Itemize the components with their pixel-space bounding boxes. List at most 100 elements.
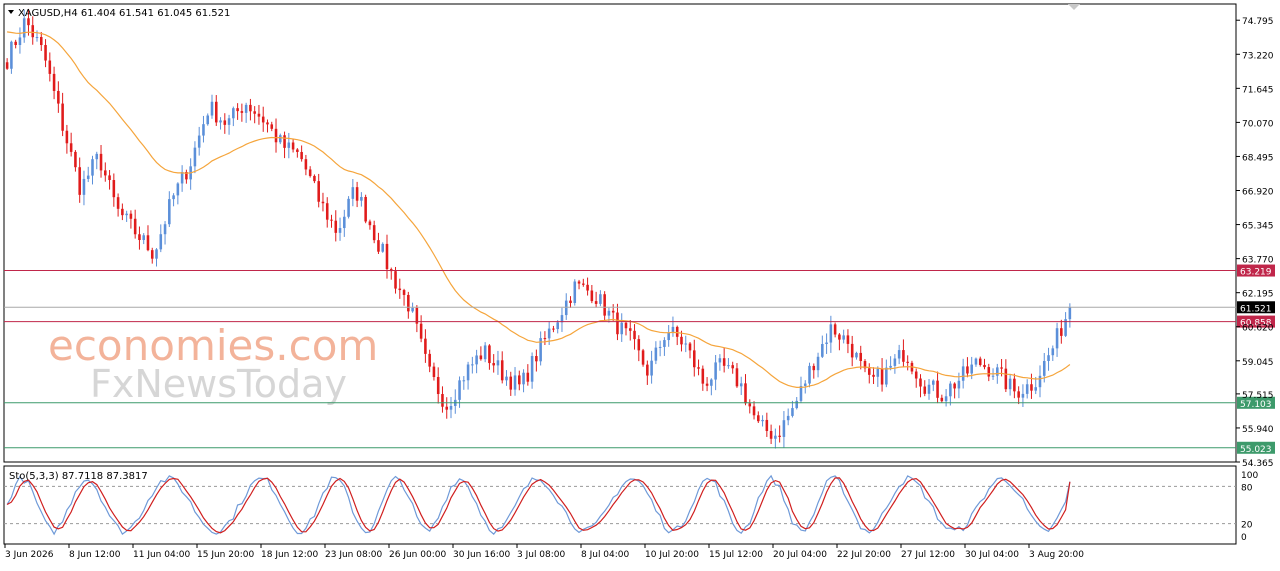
- candle-body: [270, 124, 274, 129]
- candle-body: [317, 181, 320, 202]
- candle-body: [573, 281, 577, 304]
- stochastic-level-label: 100: [1241, 471, 1258, 481]
- candle-body: [381, 243, 384, 252]
- time-tick-label: 8 Jul 04:00: [581, 550, 630, 560]
- candle-body: [449, 405, 453, 410]
- price-tick-label: 73.220: [1242, 51, 1274, 61]
- support-level-label: 55.023: [1240, 445, 1272, 455]
- candle-body: [987, 367, 991, 377]
- candle-body: [808, 365, 811, 384]
- candle-body: [944, 396, 948, 402]
- time-tick-label: 20 Jul 04:00: [773, 550, 827, 560]
- time-tick-label: 3 Jun 2026: [5, 550, 54, 560]
- candle-body: [57, 90, 60, 104]
- candle-body: [14, 41, 17, 46]
- candle-body: [471, 364, 474, 366]
- candle-body: [266, 122, 269, 125]
- candle-body: [526, 372, 530, 382]
- candle-body: [291, 142, 295, 150]
- candle-body: [782, 420, 786, 437]
- candle-body: [163, 224, 167, 235]
- candle-body: [535, 356, 538, 362]
- candle-body: [727, 365, 730, 367]
- candle-body: [620, 322, 624, 335]
- price-tick-label: 54.365: [1242, 459, 1274, 469]
- candle-body: [445, 406, 449, 410]
- candle-body: [902, 350, 905, 362]
- candle-body: [74, 151, 77, 168]
- candle-body: [799, 385, 803, 401]
- candle-body: [432, 366, 436, 378]
- candle-body: [240, 111, 244, 113]
- candle-body: [253, 111, 256, 114]
- candle-body: [518, 375, 521, 385]
- candle-body: [394, 271, 397, 289]
- candle-body: [35, 37, 39, 39]
- candle-body: [530, 356, 534, 382]
- candle-body: [121, 208, 124, 216]
- candle-body: [210, 101, 214, 116]
- candle-body: [91, 159, 94, 176]
- candle-body: [150, 250, 154, 259]
- candle-body: [155, 249, 158, 259]
- candle-body: [731, 365, 734, 369]
- candle-body: [961, 366, 965, 381]
- candle-body: [202, 124, 205, 136]
- candle-body: [279, 135, 282, 143]
- candle-body: [483, 345, 487, 360]
- candle-body: [347, 198, 350, 217]
- candle-body: [227, 118, 231, 125]
- candle-body: [214, 101, 218, 123]
- candle-body: [308, 169, 312, 176]
- candle-body: [897, 350, 901, 359]
- resistance-level-label: 63.219: [1240, 268, 1272, 278]
- price-tick-label: 55.940: [1242, 425, 1274, 435]
- candle-body: [701, 368, 705, 384]
- candle-body: [313, 175, 316, 182]
- candle-body: [932, 380, 935, 385]
- candle-body: [441, 394, 444, 407]
- stochastic-title: Sto(5,3,3) 87.7118 87.3817: [9, 471, 148, 482]
- candle-body: [927, 384, 931, 394]
- candle-body: [970, 364, 973, 374]
- candle-body: [82, 178, 86, 195]
- candle-body: [334, 220, 338, 233]
- candle-body: [411, 307, 414, 312]
- candle-body: [206, 115, 210, 125]
- candle-body: [1055, 328, 1059, 349]
- candle-body: [966, 366, 969, 374]
- candle-body: [991, 375, 995, 377]
- candle-body: [1030, 384, 1033, 391]
- candle-body: [1017, 391, 1020, 398]
- candle-body: [283, 135, 286, 148]
- candle-body: [300, 151, 303, 160]
- candle-body: [803, 383, 807, 386]
- candle-body: [919, 378, 922, 387]
- candle-body: [343, 216, 346, 229]
- candle-body: [876, 368, 880, 377]
- time-tick-label: 15 Jul 12:00: [709, 550, 763, 560]
- candle-body: [953, 383, 956, 389]
- candle-body: [522, 372, 525, 385]
- candle-body: [816, 356, 820, 371]
- stochastic-level-label: 80: [1241, 483, 1253, 493]
- symbol-header[interactable]: XAGUSD,H4 61.404 61.541 61.045 61.521: [8, 8, 230, 19]
- candle-body: [500, 360, 504, 381]
- candle-body: [377, 240, 380, 252]
- candle-body: [1060, 328, 1063, 336]
- candle-body: [722, 358, 726, 366]
- candle-body: [906, 361, 909, 363]
- price-tick-label: 68.495: [1242, 153, 1274, 163]
- candle-body: [146, 235, 150, 251]
- candle-body: [172, 195, 175, 200]
- candle-body: [458, 380, 461, 400]
- candle-body: [974, 358, 978, 365]
- candle-body: [338, 228, 342, 233]
- candle-body: [582, 283, 585, 285]
- candle-body: [496, 360, 500, 366]
- time-tick-label: 22 Jul 20:00: [837, 550, 891, 560]
- candle-body: [219, 120, 222, 123]
- time-tick-label: 3 Jul 08:00: [517, 550, 566, 560]
- chart-title: XAGUSD,H4 61.404 61.541 61.045 61.521: [18, 8, 230, 19]
- stochastic-level-label: 20: [1241, 521, 1253, 531]
